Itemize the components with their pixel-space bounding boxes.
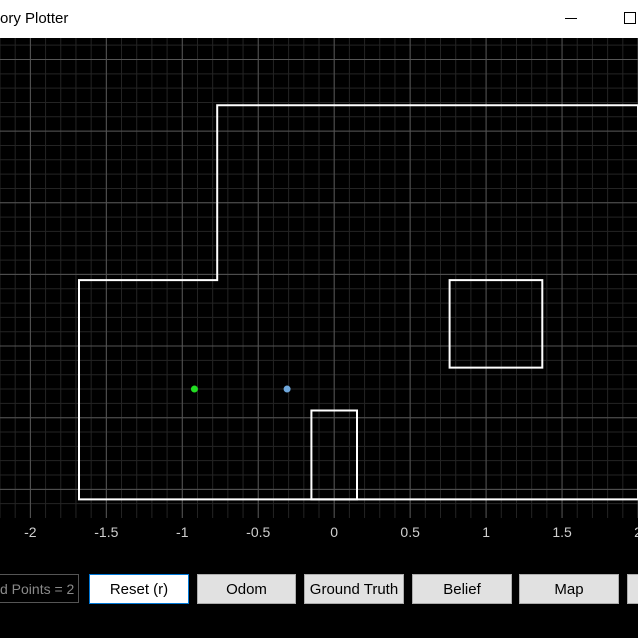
trajectory-plot[interactable]: -2 -1.5 -1 -0.5 0 0.5 1 1.5 2 xyxy=(0,38,638,550)
x-tick-label: 1 xyxy=(482,524,490,540)
belief-button[interactable]: Belief xyxy=(412,574,512,604)
x-tick-label: 2 xyxy=(634,524,638,540)
reset-button[interactable]: Reset (r) xyxy=(89,574,189,604)
window-title: ory Plotter xyxy=(0,10,69,27)
minimize-icon[interactable] xyxy=(562,9,582,29)
odom-button[interactable]: Odom xyxy=(197,574,296,604)
outer-boundary xyxy=(78,104,638,501)
extra-button[interactable] xyxy=(627,574,638,604)
title-bar: ory Plotter xyxy=(0,0,638,38)
control-bar: d Points = 2 Reset (r) Odom Ground Truth… xyxy=(0,574,638,605)
x-tick-label: -2 xyxy=(24,524,37,540)
green-point xyxy=(190,385,198,393)
points-count-label: d Points = 2 xyxy=(0,574,79,603)
x-tick-label: -1.5 xyxy=(94,524,118,540)
x-tick-label: 1.5 xyxy=(552,524,572,540)
blue-point xyxy=(283,385,291,393)
ground-truth-button[interactable]: Ground Truth xyxy=(304,574,404,604)
map-button[interactable]: Map xyxy=(519,574,619,604)
x-tick-label: 0 xyxy=(330,524,338,540)
maximize-icon[interactable] xyxy=(620,9,638,29)
box-obstacle xyxy=(448,279,544,369)
x-tick-label: -1 xyxy=(176,524,189,540)
x-tick-label: -0.5 xyxy=(246,524,270,540)
x-tick-label: 0.5 xyxy=(400,524,420,540)
